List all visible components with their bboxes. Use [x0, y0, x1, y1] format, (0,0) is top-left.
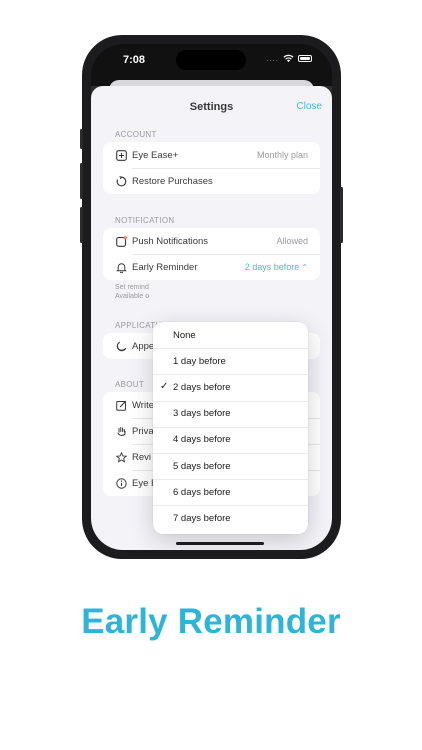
- wifi-icon: [283, 54, 294, 63]
- volume-down-button: [80, 207, 83, 243]
- menu-option-1-day[interactable]: 1 day before: [153, 348, 308, 374]
- checkmark-icon: ✓: [160, 381, 169, 393]
- action-button: [80, 129, 83, 149]
- dynamic-island: [176, 50, 246, 70]
- menu-option-none[interactable]: None: [153, 322, 308, 348]
- volume-up-button: [80, 163, 83, 199]
- status-time: 7:08: [123, 54, 146, 66]
- power-button: [340, 187, 343, 243]
- promo-caption: Early Reminder: [81, 602, 341, 641]
- status-bar: 7:08 ....: [91, 44, 332, 78]
- menu-option-2-days[interactable]: ✓ 2 days before: [153, 374, 308, 400]
- menu-option-4-days[interactable]: 4 days before: [153, 426, 308, 453]
- signal-dots: ....: [266, 54, 279, 63]
- phone-frame: 7:08 .... Settings Close ACCOUNT Eye Eas…: [80, 35, 343, 559]
- menu-option-6-days[interactable]: 6 days before: [153, 479, 308, 505]
- early-reminder-menu: None 1 day before ✓ 2 days before 3 days …: [153, 322, 308, 534]
- settings-sheet: Settings Close ACCOUNT Eye Ease+ Monthly…: [91, 86, 332, 550]
- screen: 7:08 .... Settings Close ACCOUNT Eye Eas…: [91, 44, 332, 550]
- menu-option-5-days[interactable]: 5 days before: [153, 452, 308, 479]
- status-icons: ....: [266, 54, 312, 63]
- menu-option-7-days[interactable]: 7 days before: [153, 505, 308, 531]
- home-indicator[interactable]: [176, 542, 264, 545]
- battery-icon: [298, 55, 312, 62]
- menu-option-3-days[interactable]: 3 days before: [153, 400, 308, 427]
